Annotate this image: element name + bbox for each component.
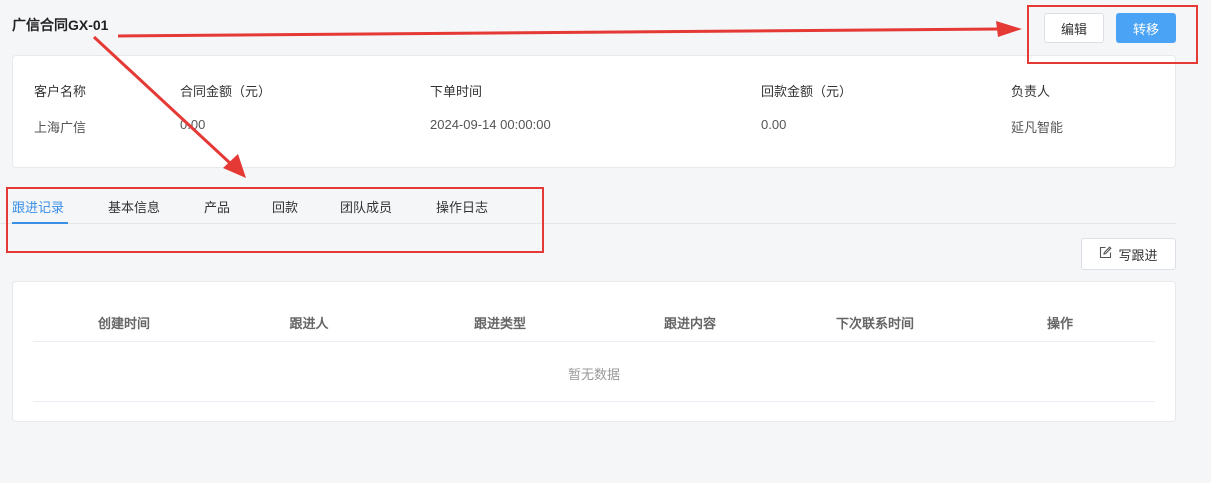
owner-value: 延凡智能: [1011, 120, 1064, 135]
tab-bar: 跟进记录 基本信息 产品 回款 团队成员 操作日志: [0, 190, 1176, 224]
write-followup-button[interactable]: 写跟进: [1081, 238, 1176, 270]
tab-operation-log[interactable]: 操作日志: [436, 197, 488, 216]
payment-amount-label: 回款金额（元）: [761, 84, 853, 99]
page-title: 广信合同GX-01: [12, 17, 109, 33]
payment-amount-value: 0.00: [761, 117, 787, 132]
column-header-created-time: 创建时间: [97, 316, 151, 331]
customer-name-label: 客户名称: [34, 84, 87, 99]
annotation-arrowhead-buttons: [996, 21, 1022, 37]
empty-state-text: 暂无数据: [567, 367, 620, 382]
table-bottom-divider: [33, 401, 1155, 402]
customer-name-value: 上海广信: [34, 120, 87, 135]
tab-team-members[interactable]: 团队成员: [340, 197, 392, 216]
tab-products[interactable]: 产品: [204, 197, 230, 216]
table-header-divider: [33, 341, 1155, 342]
column-header-follower: 跟进人: [289, 316, 329, 331]
transfer-button[interactable]: 转移: [1116, 13, 1176, 43]
contract-amount-value: 0.00: [180, 117, 206, 132]
write-followup-label: 写跟进: [1118, 247, 1158, 263]
edit-button[interactable]: 编辑: [1044, 13, 1104, 43]
followup-table: 创建时间 跟进人 跟进类型 跟进内容 下次联系时间 操作 暂无数据: [12, 281, 1176, 422]
tab-followup-records[interactable]: 跟进记录: [12, 197, 64, 216]
contract-amount-label: 合同金额（元）: [180, 84, 272, 99]
column-header-next-contact-time: 下次联系时间: [835, 316, 915, 331]
tab-basic-info[interactable]: 基本信息: [108, 197, 160, 216]
annotation-arrow-to-buttons: [117, 27, 1001, 38]
order-time-label: 下单时间: [430, 84, 483, 99]
column-header-followup-type: 跟进类型: [473, 316, 527, 331]
summary-card: 客户名称 上海广信 合同金额（元） 0.00 下单时间 2024-09-14 0…: [12, 55, 1176, 168]
owner-label: 负责人: [1011, 84, 1051, 99]
tab-payments[interactable]: 回款: [272, 197, 298, 216]
column-header-followup-content: 跟进内容: [663, 316, 717, 331]
column-header-actions: 操作: [1046, 316, 1074, 331]
edit-icon: [1099, 246, 1113, 262]
order-time-value: 2024-09-14 00:00:00: [430, 117, 551, 132]
active-tab-indicator: [12, 222, 68, 224]
